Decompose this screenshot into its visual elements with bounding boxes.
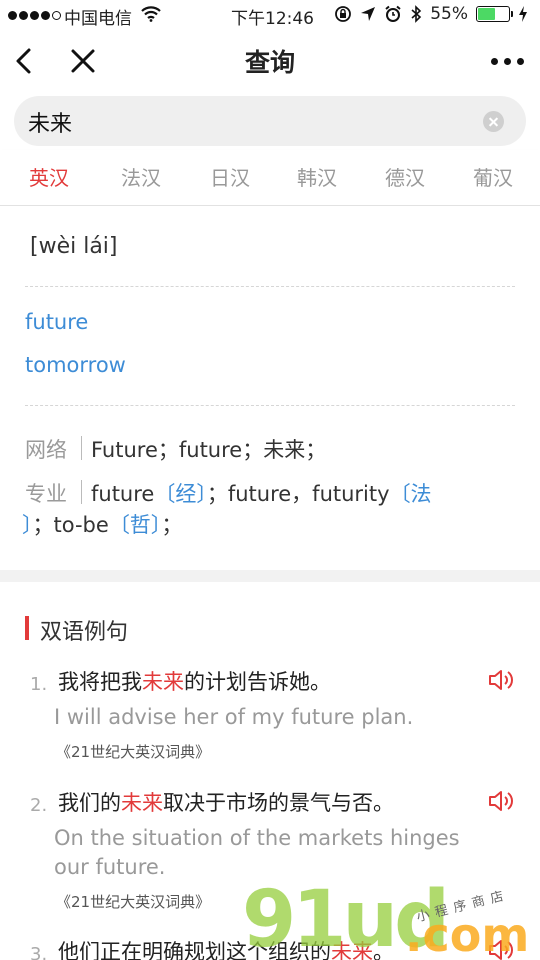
tab-de-zh[interactable]: 德汉 [385,162,425,191]
tab-ko-zh[interactable]: 韩汉 [297,162,337,191]
example-number: 1. [30,674,48,695]
pro-field-marker[interactable]: 〔法 [390,482,432,506]
pro-field-marker[interactable]: 〕 [22,513,33,537]
phonetic: [wèi lái] [30,234,118,259]
alarm-icon [385,5,401,22]
tab-en-zh[interactable]: 英汉 [29,162,69,191]
example-text: 我将把我 [58,670,142,694]
pro-term: ； [161,513,183,537]
charging-icon [519,6,527,22]
professional-definition-line1: future〔经〕；future，futurity〔法 [91,478,432,508]
pro-term: ；to-be [32,513,109,537]
definition-card: [wèi lái] future tomorrow 网络 Future；futu… [0,206,540,570]
example-number: 2. [30,795,48,816]
search-query: 未来 [28,112,73,137]
example-chinese: 我将把我未来的计划告诉她。 [58,666,331,696]
battery-percent: 55% [430,4,468,24]
signal-icon [8,11,61,20]
battery-icon [476,6,513,22]
example-text: 的计划告诉她。 [184,670,331,694]
wifi-icon [141,6,161,22]
more-options-icon[interactable] [491,58,524,65]
web-definition-label: 网络 [25,438,67,462]
example-source: 《21世纪大英汉词典》 [56,743,211,761]
pro-term: future [91,482,155,506]
example-chinese: 我们的未来取决于市场的景气与否。 [58,787,394,817]
example-number: 3. [30,944,48,960]
highlight-term: 未来 [142,670,184,694]
tab-ja-zh[interactable]: 日汉 [210,162,250,191]
pro-field-marker[interactable]: 〔哲〕 [109,513,162,537]
example-english: On the situation of the markets hinges o… [54,826,460,879]
translation-word[interactable]: future [25,310,88,334]
label-separator [81,480,82,504]
clock: 下午12:46 [231,9,314,29]
translation-word[interactable]: tomorrow [25,353,126,377]
bluetooth-icon [411,5,422,23]
speaker-icon[interactable] [487,668,515,692]
search-bar: 未来 [0,90,540,150]
tab-pt-zh[interactable]: 葡汉 [473,162,513,191]
tab-fr-zh[interactable]: 法汉 [121,162,161,191]
example-english: I will advise her of my future plan. [54,705,414,729]
location-icon [361,7,376,21]
pro-term: ；future，futurity [206,482,390,506]
divider [25,286,515,287]
example-source: 《21世纪大英汉词典》 [56,893,211,911]
section-marker [25,616,29,640]
search-input[interactable]: 未来 [14,96,526,146]
highlight-term: 未来 [121,791,163,815]
status-bar: 中国电信 下午12:46 55% [0,0,540,32]
language-tabs: 英汉 法汉 日汉 韩汉 德汉 葡汉 [0,150,540,206]
pro-field-marker[interactable]: 〔经〕 [154,482,207,506]
rotation-lock-icon [335,6,352,22]
example-text: 我们的 [58,791,121,815]
section-title: 双语例句 [40,620,129,645]
label-separator [81,436,82,460]
professional-definition-line2: 〕；to-be〔哲〕； [22,509,182,539]
example-text: 取决于市场的景气与否。 [163,791,394,815]
professional-definition-label: 专业 [25,482,67,506]
carrier-label: 中国电信 [64,9,132,29]
divider [25,405,515,406]
clear-search-icon[interactable] [483,111,504,132]
nav-bar: 查询 [0,32,540,90]
speaker-icon[interactable] [487,789,515,813]
web-definition-text: Future；future；未来； [91,438,327,462]
page-title: 查询 [244,48,295,77]
